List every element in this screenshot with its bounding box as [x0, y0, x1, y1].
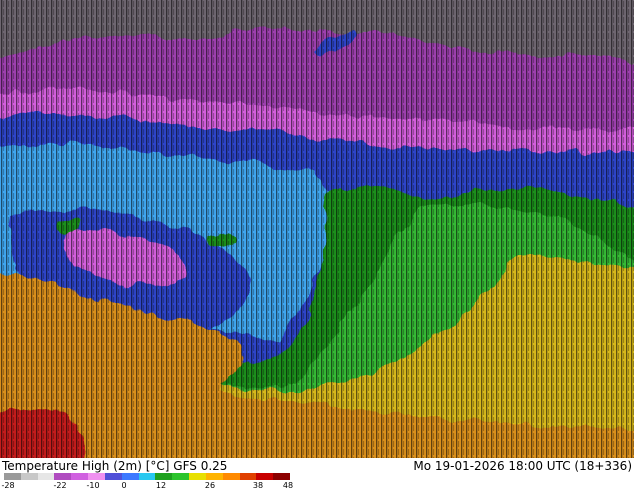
color-scale-swatch: [155, 473, 173, 480]
footer: Temperature High (2m) [°C] GFS 0.25 Mo 1…: [0, 458, 634, 490]
color-scale-swatch: [4, 473, 21, 480]
color-scale-swatch: [138, 473, 156, 480]
color-scale-swatch: [104, 473, 122, 480]
color-scale-tick-label: 48: [282, 481, 294, 490]
color-scale-swatch: [189, 473, 206, 480]
color-scale-swatch: [121, 473, 139, 480]
map-timestamp: Mo 19-01-2026 18:00 UTC (18+336): [413, 459, 632, 473]
color-scale-tick-label: 0: [121, 481, 127, 490]
temperature-map: [0, 0, 634, 458]
color-scale-swatch: [20, 473, 38, 480]
color-scale-swatch: [256, 473, 274, 480]
color-scale-tick-label: 26: [204, 481, 216, 490]
color-scale-swatch: [172, 473, 190, 480]
color-scale-swatch: [54, 473, 72, 480]
color-scale-swatch: [37, 473, 55, 480]
color-scale-tick-label: -28: [1, 481, 15, 490]
color-scale-tick-label: -22: [53, 481, 67, 490]
color-scale-tick-label: -10: [86, 481, 100, 490]
color-scale-tick-label: 38: [252, 481, 264, 490]
color-scale-swatch: [239, 473, 257, 480]
color-scale-tick-label: 12: [155, 481, 167, 490]
temperature-digit-texture: [0, 0, 634, 458]
color-scale-swatch: [273, 473, 291, 480]
map-title: Temperature High (2m) [°C] GFS 0.25: [2, 459, 228, 473]
color-scale-swatch: [205, 473, 223, 480]
color-scale-swatch: [88, 473, 105, 480]
color-scale-swatch: [71, 473, 89, 480]
color-scale-bar: [4, 473, 291, 480]
color-scale-ticks: -28 -22 -10 0 12 26 38 48: [0, 481, 300, 490]
color-scale-swatch: [222, 473, 240, 480]
